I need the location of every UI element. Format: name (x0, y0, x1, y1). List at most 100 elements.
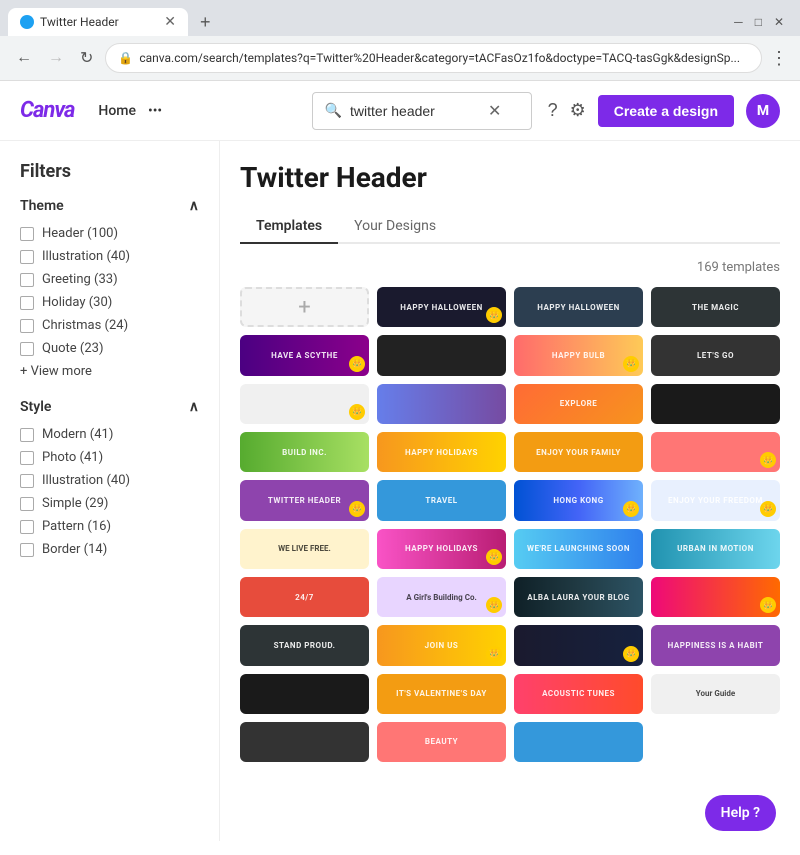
search-input[interactable] (350, 103, 480, 119)
template-card[interactable] (377, 335, 506, 375)
filter-checkbox[interactable] (20, 520, 34, 534)
filter-checkbox[interactable] (20, 428, 34, 442)
template-card[interactable] (651, 384, 780, 424)
minimize-button[interactable]: ─ (734, 15, 743, 29)
filter-checkbox[interactable] (20, 296, 34, 310)
tab-favicon (20, 15, 34, 29)
template-card[interactable]: 👑 (514, 625, 643, 665)
template-card[interactable]: Your Guide (651, 674, 780, 714)
search-clear-button[interactable]: ✕ (488, 101, 501, 120)
filter-label: Quote (23) (42, 341, 103, 356)
template-card[interactable]: HAPPY HOLIDAYS (377, 432, 506, 472)
style-collapse-icon: ∧ (189, 399, 199, 415)
template-add-button[interactable]: + (240, 287, 369, 327)
close-window-button[interactable]: ✕ (774, 15, 784, 29)
url-box[interactable]: 🔒 canva.com/search/templates?q=Twitter%2… (105, 43, 762, 73)
template-card[interactable]: explore (514, 384, 643, 424)
template-card[interactable]: happy bulb 👑 (514, 335, 643, 375)
new-tab-button[interactable]: + (192, 10, 219, 35)
filter-checkbox[interactable] (20, 451, 34, 465)
tabs-row: Templates Your Designs (240, 210, 780, 244)
template-card[interactable]: BEAUTY (377, 722, 506, 762)
template-card[interactable] (240, 722, 369, 762)
template-card[interactable] (514, 722, 643, 762)
sidebar-filters: Filters Theme ∧ Header (100)Illustration… (0, 141, 220, 841)
filters-title: Filters (20, 161, 199, 182)
filter-checkbox[interactable] (20, 227, 34, 241)
avatar[interactable]: M (746, 94, 780, 128)
filter-checkbox[interactable] (20, 319, 34, 333)
canva-header: Canva Home ••• 🔍 ✕ ? ⚙ Create a design M (0, 81, 800, 141)
template-card[interactable]: HAPPINESS IS A HABIT (651, 625, 780, 665)
filter-checkbox[interactable] (20, 342, 34, 356)
active-tab[interactable]: Twitter Header ✕ (8, 8, 188, 36)
template-card[interactable]: 👑 (240, 384, 369, 424)
maximize-button[interactable]: □ (755, 15, 762, 29)
template-card[interactable]: It's Valentine's Day (377, 674, 506, 714)
template-card[interactable]: join us 👑 (377, 625, 506, 665)
lock-icon: 🔒 (118, 51, 133, 65)
theme-filter-item: Greeting (33) (20, 272, 199, 287)
theme-section-header[interactable]: Theme ∧ (20, 198, 199, 214)
tab-your-designs[interactable]: Your Designs (338, 210, 452, 244)
template-card[interactable]: The Magic (651, 287, 780, 327)
reload-button[interactable]: ↻ (76, 44, 97, 72)
help-float-button[interactable]: Help ? (705, 795, 776, 831)
tab-bar: Twitter Header ✕ + ─ □ ✕ (0, 0, 800, 36)
canva-logo[interactable]: Canva (20, 98, 74, 123)
template-card[interactable]: WE'RE LAUNCHING SOON (514, 529, 643, 569)
template-card[interactable]: 24/7 (240, 577, 369, 617)
main-container: Filters Theme ∧ Header (100)Illustration… (0, 141, 800, 841)
template-card[interactable]: Acoustic Tunes (514, 674, 643, 714)
forward-button[interactable]: → (44, 45, 68, 71)
crown-badge: 👑 (760, 501, 776, 517)
settings-button[interactable]: ⚙ (570, 100, 586, 121)
filter-checkbox[interactable] (20, 543, 34, 557)
template-card[interactable]: Happy Halloween (514, 287, 643, 327)
browser-menu-button[interactable]: ⋮ (770, 48, 788, 69)
style-section-header[interactable]: Style ∧ (20, 399, 199, 415)
template-card[interactable] (240, 674, 369, 714)
filter-label: Christmas (24) (42, 318, 128, 333)
template-card[interactable]: URBAN IN MOTION (651, 529, 780, 569)
theme-items-list: Header (100)Illustration (40)Greeting (3… (20, 226, 199, 356)
tab-templates[interactable]: Templates (240, 210, 338, 244)
template-card[interactable]: LET'S GO (651, 335, 780, 375)
template-card[interactable]: Stand proud. (240, 625, 369, 665)
filter-label: Greeting (33) (42, 272, 118, 287)
view-more-button[interactable]: + View more (20, 364, 199, 379)
filter-label: Simple (29) (42, 496, 108, 511)
search-box[interactable]: 🔍 ✕ (312, 92, 532, 130)
template-card[interactable]: 👑 (651, 577, 780, 617)
browser-chrome: Twitter Header ✕ + ─ □ ✕ ← → ↻ 🔒 canva.c… (0, 0, 800, 81)
filter-checkbox[interactable] (20, 250, 34, 264)
filter-checkbox[interactable] (20, 497, 34, 511)
tab-close-button[interactable]: ✕ (164, 14, 176, 30)
create-design-button[interactable]: Create a design (598, 95, 734, 127)
style-filter-item: Border (14) (20, 542, 199, 557)
template-card[interactable]: TWITTER HEADER 👑 (240, 480, 369, 520)
filter-label: Border (14) (42, 542, 107, 557)
template-card[interactable]: Have a SCYTHE 👑 (240, 335, 369, 375)
filter-checkbox[interactable] (20, 273, 34, 287)
template-card[interactable]: WE LIVE FREE. (240, 529, 369, 569)
nav-home-link[interactable]: Home (98, 103, 136, 119)
theme-filter-item: Illustration (40) (20, 249, 199, 264)
filter-checkbox[interactable] (20, 474, 34, 488)
template-card[interactable]: HAPPY HOLIDAYS 👑 (377, 529, 506, 569)
template-card[interactable] (377, 384, 506, 424)
template-card[interactable]: BUILD INC. (240, 432, 369, 472)
template-card[interactable]: 👑 (651, 432, 780, 472)
theme-filter-section: Theme ∧ Header (100)Illustration (40)Gre… (20, 198, 199, 379)
template-card[interactable]: Travel (377, 480, 506, 520)
template-card[interactable]: ENJOY YOUR FAMILY (514, 432, 643, 472)
template-card[interactable]: HAPPY HALLOWEEN 👑 (377, 287, 506, 327)
help-button[interactable]: ? (548, 100, 558, 121)
back-button[interactable]: ← (12, 45, 36, 71)
template-card[interactable]: ENJOY YOUR FREEDOM 👑 (651, 480, 780, 520)
template-card[interactable]: HONG KONG 👑 (514, 480, 643, 520)
template-card[interactable]: A Girl's Building Co. 👑 (377, 577, 506, 617)
template-card[interactable]: alba laura your blog (514, 577, 643, 617)
style-filter-item: Photo (41) (20, 450, 199, 465)
nav-more-button[interactable]: ••• (148, 103, 162, 119)
